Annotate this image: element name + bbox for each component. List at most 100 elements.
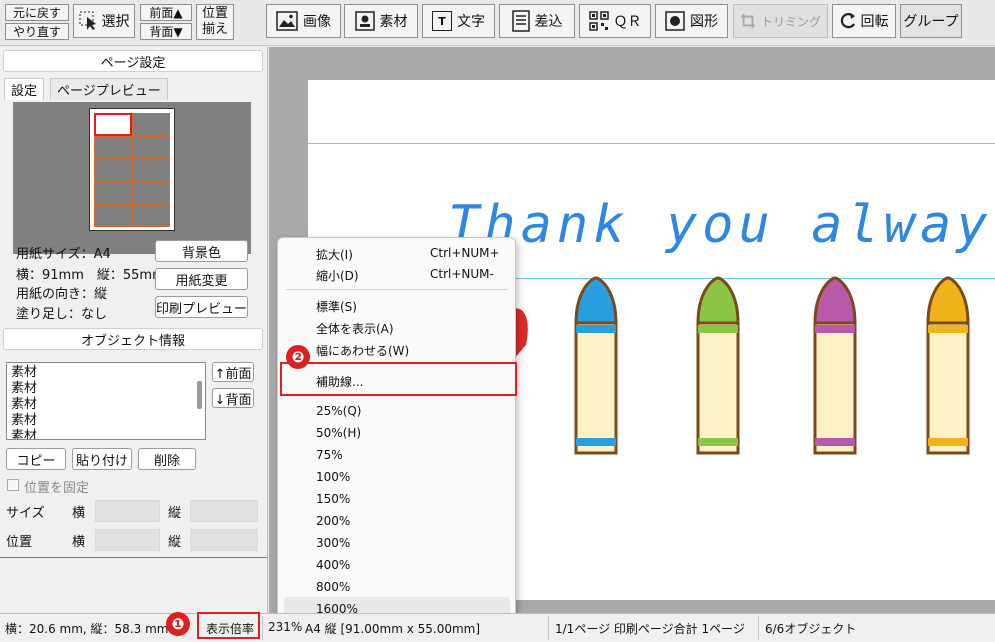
size-label: サイズ [6,506,45,521]
background-color-button[interactable]: 背景色 [155,240,248,262]
main-toolbar: 元に戻す やり直す 選択 前面▲ 背面▼ 位置 揃え 画像 素材 T 文字 差込… [0,0,995,46]
left-panel: ページ設定 設定 ページプレビュー 用紙サイズ：A4 横：91mm 縦：55mm… [0,47,268,613]
callout-badge-1: ❶ [166,612,190,636]
text-label: 文字 [457,14,485,30]
page-preview-area [13,102,251,254]
change-paper-button[interactable]: 用紙変更 [155,268,248,290]
menu-item-zoom-25[interactable]: 25%(Q) [316,404,361,418]
rotate-button[interactable]: 回転 [832,4,896,38]
rotate-icon [840,13,855,29]
paper-info: A4 縦 [91.00mm x 55.00mm] [305,622,481,636]
send-back-button[interactable]: 背面▼ [140,23,192,40]
delete-button[interactable]: 削除 [138,448,196,470]
object-list[interactable]: 素材 素材 素材 素材 素材 [6,362,206,440]
layout-cell[interactable] [94,159,132,182]
lock-position-checkbox[interactable] [7,479,19,491]
layout-cell[interactable] [132,136,170,159]
rotate-label: 回転 [860,14,889,30]
group-button[interactable]: グループ [900,4,962,38]
panel-divider [0,557,267,558]
menu-item-zoom-out[interactable]: 縮小(D) [316,267,359,284]
layout-cell[interactable] [132,159,170,182]
text-button[interactable]: T 文字 [422,4,495,38]
redo-button[interactable]: やり直す [5,23,69,40]
bring-front-button[interactable]: 前面▲ [140,4,192,21]
list-item[interactable]: 素材 [11,429,201,439]
print-preview-button[interactable]: 印刷プレビュー [155,296,248,318]
size-vertical-label: 縦 [168,506,182,521]
shape-button[interactable]: 図形 [655,4,728,38]
layout-cell[interactable] [94,205,132,227]
list-item[interactable]: 素材 [11,381,201,397]
paper-dimensions-text: 横：91mm 縦：55mm [16,268,165,283]
menu-item-zoom-200[interactable]: 200% [316,514,350,528]
guide-lines-highlight-box [280,362,517,396]
tab-settings[interactable]: 設定 [4,78,45,100]
menu-item-zoom-75[interactable]: 75% [316,448,343,462]
object-back-button[interactable]: ↓背面 [212,388,254,408]
menu-item-zoom-50[interactable]: 50%(H) [316,426,361,440]
text-icon: T [432,11,452,31]
material-label: 素材 [379,14,408,30]
insert-button[interactable]: 差込 [499,4,575,38]
menu-item-standard[interactable]: 標準(S) [316,298,357,315]
select-button[interactable]: 選択 [73,4,135,38]
list-item[interactable]: 素材 [11,397,201,413]
select-cursor-icon [79,11,96,30]
layout-cell[interactable] [94,136,132,159]
layout-cell[interactable] [132,113,170,136]
material-button[interactable]: 素材 [344,4,418,38]
page-layout-thumbnail[interactable] [89,108,175,231]
copy-button[interactable]: コピー [6,448,66,470]
size-height-field[interactable] [190,500,258,522]
position-y-field[interactable] [190,529,258,551]
tab-page-preview[interactable]: ページプレビュー [50,78,168,100]
position-x-field[interactable] [95,529,160,551]
paper-orientation-text: 用紙の向き：縦 [16,287,108,302]
page-info: 1/1ページ 印刷ページ合計 1ページ [555,622,745,636]
size-width-field[interactable] [95,500,160,522]
material-icon [354,11,375,31]
object-list-scrollbar[interactable] [197,381,202,409]
menu-item-fit-width[interactable]: 幅にあわせる(W) [316,342,409,359]
image-button[interactable]: 画像 [266,4,341,38]
image-icon [276,11,298,31]
menu-item-zoom-400[interactable]: 400% [316,558,350,572]
list-item[interactable]: 素材 [11,413,201,429]
guide-line[interactable] [308,143,995,144]
layout-cell[interactable] [94,182,132,205]
paste-button[interactable]: 貼り付け [72,448,132,470]
menu-item-zoom-150[interactable]: 150% [316,492,350,506]
position-label: 位置 [6,535,33,550]
trim-button[interactable]: トリミング [733,4,828,38]
shape-icon [665,11,685,31]
zoom-value: 231% [268,620,303,634]
position-vertical-label: 縦 [168,535,182,550]
align-button[interactable]: 位置 揃え [196,4,234,40]
object-front-button[interactable]: ↑前面 [212,362,254,382]
status-separator [758,616,759,640]
crayon-blue[interactable] [574,276,618,455]
crayon-yellow[interactable] [926,276,970,455]
status-separator [262,616,263,640]
headline-text[interactable]: Thank you always [448,195,995,255]
crop-icon [740,13,756,29]
menu-item-zoom-800[interactable]: 800% [316,580,350,594]
layout-cell[interactable] [132,182,170,205]
menu-item-fit-all[interactable]: 全体を表示(A) [316,320,394,337]
menu-item-zoom-in[interactable]: 拡大(I) [316,246,353,263]
paper-size-text: 用紙サイズ：A4 [16,247,111,262]
qr-button[interactable]: ＱＲ [579,4,651,38]
undo-button[interactable]: 元に戻す [5,4,69,21]
layout-cell[interactable] [132,205,170,227]
menu-item-zoom-100[interactable]: 100% [316,470,350,484]
insert-document-icon [511,10,530,32]
select-label: 選択 [101,14,130,30]
lock-position-label: 位置を固定 [24,481,90,496]
layout-cell-selected[interactable] [94,113,132,136]
crayon-green[interactable] [696,276,740,455]
crayon-purple[interactable] [813,276,857,455]
list-item[interactable]: 素材 [11,365,201,381]
redo-label: やり直す [12,25,61,39]
menu-item-zoom-300[interactable]: 300% [316,536,350,550]
